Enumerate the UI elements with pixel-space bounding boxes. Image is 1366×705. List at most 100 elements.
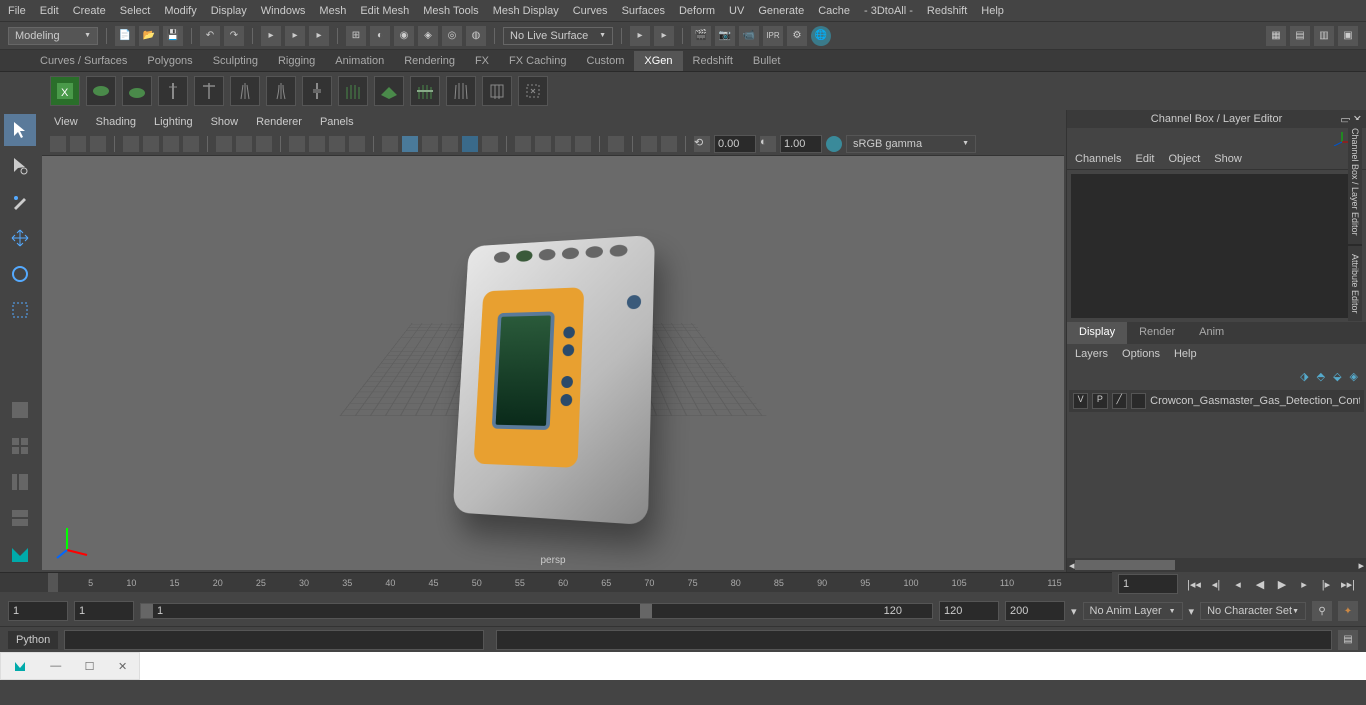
layer-visibility-toggle[interactable]: V bbox=[1073, 393, 1088, 409]
side-tab-channelbox[interactable]: Channel Box / Layer Editor bbox=[1348, 120, 1362, 244]
cb-menu-show[interactable]: Show bbox=[1214, 153, 1242, 165]
layer-playback-toggle[interactable]: P bbox=[1092, 393, 1107, 409]
xgen-guide-icon[interactable] bbox=[158, 76, 188, 106]
cb-menu-edit[interactable]: Edit bbox=[1135, 153, 1154, 165]
menu-file[interactable]: File bbox=[8, 5, 26, 17]
snap-point-icon[interactable]: ◉ bbox=[394, 26, 414, 46]
shelf-tab-rigging[interactable]: Rigging bbox=[268, 51, 325, 71]
xgen-open-icon[interactable]: X bbox=[50, 76, 80, 106]
snap-plane-icon[interactable]: ◈ bbox=[418, 26, 438, 46]
shelf-tab-sculpting[interactable]: Sculpting bbox=[203, 51, 268, 71]
vp-reset-icon[interactable]: ⟲ bbox=[694, 136, 710, 152]
menu-edit[interactable]: Edit bbox=[40, 5, 59, 17]
time-slider[interactable]: 1510152025303540455055606570758085909510… bbox=[0, 572, 1112, 592]
vp-menu-show[interactable]: Show bbox=[211, 116, 239, 128]
vp-resolution-gate-icon[interactable] bbox=[236, 136, 252, 152]
vp-exposure-icon[interactable] bbox=[608, 136, 624, 152]
vp-xray-icon[interactable] bbox=[422, 136, 438, 152]
vp-shadows-icon[interactable] bbox=[382, 136, 398, 152]
menu-generate[interactable]: Generate bbox=[758, 5, 804, 17]
go-to-start-icon[interactable]: |◂◂ bbox=[1184, 574, 1204, 594]
scale-tool[interactable] bbox=[4, 294, 36, 326]
range-handle-left[interactable] bbox=[141, 604, 153, 618]
vp-dof-icon[interactable] bbox=[535, 136, 551, 152]
script-language-toggle[interactable]: Python bbox=[8, 631, 58, 649]
taskbar-maximize-icon[interactable]: ☐ bbox=[85, 660, 95, 673]
xgen-guide-tool-icon[interactable] bbox=[194, 76, 224, 106]
range-slider[interactable]: 1 120 bbox=[140, 603, 933, 619]
cb-menu-channels[interactable]: Channels bbox=[1075, 153, 1121, 165]
range-end-chevron-icon[interactable]: ▾ bbox=[1071, 605, 1077, 618]
construction-history-icon[interactable]: ▸ bbox=[630, 26, 650, 46]
select-face-icon[interactable]: ▸ bbox=[309, 26, 329, 46]
rotate-tool[interactable] bbox=[4, 258, 36, 290]
anim-end-input[interactable] bbox=[1005, 601, 1065, 621]
render-view-icon[interactable]: 🎬 bbox=[691, 26, 711, 46]
vp-exposure-value[interactable] bbox=[714, 135, 756, 153]
layer-new-empty-icon[interactable]: ⬙ bbox=[1333, 370, 1341, 383]
vp-wireframe-icon[interactable] bbox=[289, 136, 305, 152]
layer-tab-display[interactable]: Display bbox=[1067, 322, 1127, 344]
shelf-tab-fx[interactable]: FX bbox=[465, 51, 499, 71]
layer-name[interactable]: Crowcon_Gasmaster_Gas_Detection_Contro bbox=[1150, 395, 1360, 407]
vp-shaded-icon[interactable] bbox=[309, 136, 325, 152]
vp-xray-joints-icon[interactable] bbox=[442, 136, 458, 152]
prefs-icon[interactable]: ✦ bbox=[1338, 601, 1358, 621]
taskbar-minimize-icon[interactable]: — bbox=[50, 660, 61, 672]
autokey-icon[interactable]: ⚲ bbox=[1312, 601, 1332, 621]
live-surface-dropdown[interactable]: No Live Surface bbox=[503, 27, 613, 45]
vp-bookmark-icon[interactable] bbox=[90, 136, 106, 152]
workspace-mode-dropdown[interactable]: Modeling bbox=[8, 27, 98, 45]
menu-redshift[interactable]: Redshift bbox=[927, 5, 967, 17]
vp-menu-lighting[interactable]: Lighting bbox=[154, 116, 193, 128]
vp-select-camera-icon[interactable] bbox=[50, 136, 66, 152]
layout-outliner-icon[interactable] bbox=[4, 466, 36, 498]
save-scene-icon[interactable]: 💾 bbox=[163, 26, 183, 46]
anim-start-input[interactable] bbox=[8, 601, 68, 621]
anim-layer-chevron-icon[interactable]: ▾ bbox=[1189, 605, 1195, 618]
layers-menu-options[interactable]: Options bbox=[1122, 348, 1160, 360]
step-back-icon[interactable]: ◂ bbox=[1228, 574, 1248, 594]
anim-layer-dropdown[interactable]: No Anim Layer bbox=[1083, 602, 1183, 620]
layer-tab-render[interactable]: Render bbox=[1127, 322, 1187, 344]
shelf-tab-custom[interactable]: Custom bbox=[577, 51, 635, 71]
redo-icon[interactable]: ↷ bbox=[224, 26, 244, 46]
vp-menu-shading[interactable]: Shading bbox=[96, 116, 136, 128]
xgen-density-icon[interactable] bbox=[338, 76, 368, 106]
xgen-create-description-icon[interactable] bbox=[86, 76, 116, 106]
menu-surfaces[interactable]: Surfaces bbox=[622, 5, 665, 17]
vp-menu-panels[interactable]: Panels bbox=[320, 116, 354, 128]
menu-help[interactable]: Help bbox=[981, 5, 1004, 17]
vp-film-gate-icon[interactable] bbox=[183, 136, 199, 152]
menu-uv[interactable]: UV bbox=[729, 5, 744, 17]
colorspace-dropdown[interactable]: sRGB gamma bbox=[846, 135, 976, 153]
vp-menu-view[interactable]: View bbox=[54, 116, 78, 128]
layout-stacked-icon[interactable] bbox=[4, 502, 36, 534]
layer-scrollbar[interactable]: ◂ ▸ bbox=[1067, 558, 1366, 572]
range-start-input[interactable] bbox=[74, 601, 134, 621]
new-scene-icon[interactable]: 📄 bbox=[115, 26, 135, 46]
menu-create[interactable]: Create bbox=[73, 5, 106, 17]
shelf-tab-xgen[interactable]: XGen bbox=[634, 51, 682, 71]
vp-grid-icon[interactable] bbox=[216, 136, 232, 152]
xgen-noise-icon[interactable] bbox=[266, 76, 296, 106]
character-set-dropdown[interactable]: No Character Set bbox=[1200, 602, 1306, 620]
vp-textured-icon[interactable] bbox=[329, 136, 345, 152]
paint-select-tool[interactable] bbox=[4, 186, 36, 218]
snap-curve-icon[interactable]: ◐ bbox=[370, 26, 390, 46]
panel-layout-icon[interactable]: ▦ bbox=[1266, 26, 1286, 46]
step-forward-icon[interactable]: ▸ bbox=[1294, 574, 1314, 594]
vp-menu-renderer[interactable]: Renderer bbox=[256, 116, 302, 128]
hypershade-icon[interactable]: IPR bbox=[763, 26, 783, 46]
select-edge-icon[interactable]: ▸ bbox=[285, 26, 305, 46]
scroll-thumb[interactable] bbox=[1075, 560, 1175, 570]
range-end-input[interactable] bbox=[939, 601, 999, 621]
vp-contrast-icon[interactable]: ◐ bbox=[760, 136, 776, 152]
vp-gamma-value[interactable] bbox=[780, 135, 822, 153]
shelf-tab-redshift[interactable]: Redshift bbox=[683, 51, 743, 71]
vp-isolate-icon[interactable] bbox=[402, 136, 418, 152]
taskbar-maya-button[interactable]: — ☐ ✕ bbox=[0, 652, 140, 680]
vp-gate-mask-icon[interactable] bbox=[256, 136, 272, 152]
layer-tab-anim[interactable]: Anim bbox=[1187, 322, 1236, 344]
vp-gamma-icon[interactable] bbox=[641, 136, 657, 152]
